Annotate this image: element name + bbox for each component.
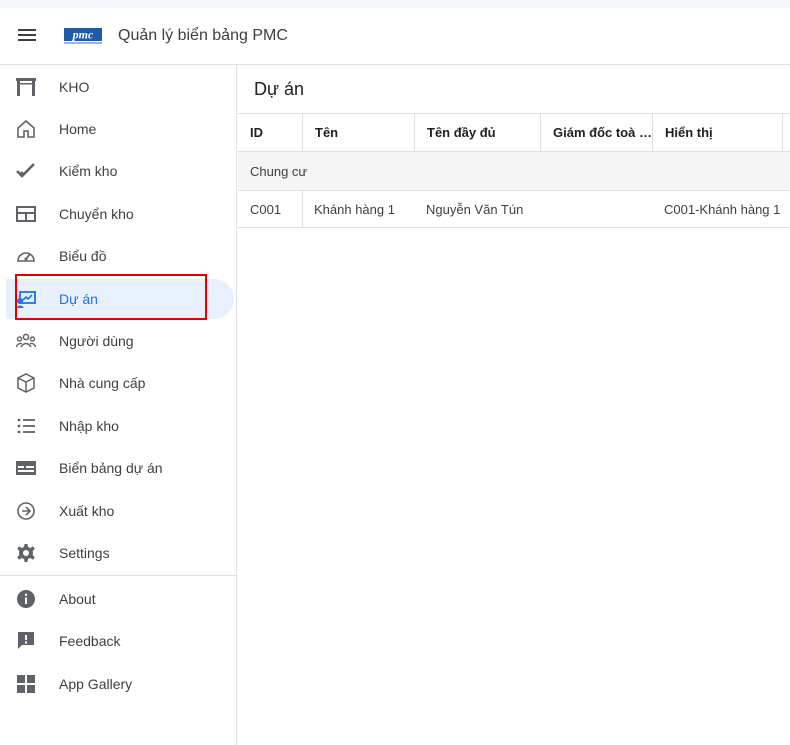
sidebar-item-bien-bang-du-an[interactable]: Biển bảng dự án: [6, 448, 234, 488]
sidebar-item-nha-cung-cap[interactable]: Nhà cung cấp: [6, 363, 234, 403]
sidebar: KHO Home Kiểm kho Chuyển kho Biểu đồ Dự …: [0, 65, 237, 745]
sidebar-item-nhap-kho[interactable]: Nhập kho: [6, 406, 234, 446]
sidebar-item-label: Settings: [59, 545, 110, 561]
main-content: Dự án ID Tên Tên đầy đủ Giám đốc toà nhà…: [238, 65, 790, 745]
group-row[interactable]: Chung cư: [238, 152, 790, 191]
sidebar-item-chuyen-kho[interactable]: Chuyển kho: [6, 194, 234, 234]
sidebar-item-label: Biển bảng dự án: [59, 460, 163, 476]
sidebar-item-bieu-do[interactable]: Biểu đồ: [6, 236, 234, 276]
cell-ten-day-du: Nguyễn Văn Tún: [426, 202, 524, 217]
sidebar-item-label: About: [59, 591, 96, 607]
sidebar-item-label: Biểu đồ: [59, 248, 107, 264]
project-icon: [16, 289, 36, 309]
sidebar-item-xuat-kho[interactable]: Xuất kho: [6, 491, 234, 531]
sidebar-item-du-an[interactable]: Dự án: [6, 279, 234, 319]
projects-table: ID Tên Tên đầy đủ Giám đốc toà nhà Hiển …: [238, 114, 790, 228]
check-icon: [16, 161, 36, 181]
cell-hien-thi: C001-Khánh hàng 1: [664, 202, 781, 217]
sidebar-item-kiem-kho[interactable]: Kiểm kho: [6, 151, 234, 191]
sidebar-item-label: App Gallery: [59, 676, 133, 692]
app-title: Quản lý biển bảng PMC: [118, 27, 288, 44]
people-icon: [16, 331, 36, 351]
feedback-icon: [16, 631, 36, 651]
svg-text:pmc: pmc: [72, 28, 94, 42]
gauge-icon: [16, 246, 36, 266]
column-header-ten[interactable]: Tên: [303, 114, 415, 152]
top-strip: [0, 0, 790, 8]
sidebar-divider: [0, 575, 237, 576]
info-icon: [16, 589, 36, 609]
sidebar-item-label: Nhà cung cấp: [59, 375, 146, 391]
column-header-giam-doc[interactable]: Giám đốc toà nhà: [541, 114, 653, 152]
home-icon: [16, 119, 36, 139]
sidebar-item-label: Kiểm kho: [59, 163, 118, 179]
column-header-ten-day-du[interactable]: Tên đầy đủ: [415, 114, 541, 152]
sidebar-item-home[interactable]: Home: [6, 109, 234, 149]
column-header-id[interactable]: ID: [238, 114, 303, 152]
grid-icon: [16, 674, 36, 694]
sidebar-item-label: Home: [59, 121, 97, 137]
card-icon: [16, 458, 36, 478]
sidebar-item-label: Feedback: [59, 633, 121, 649]
sidebar-item-label: Nhập kho: [59, 418, 119, 434]
box-icon: [16, 373, 36, 393]
sidebar-item-feedback[interactable]: Feedback: [6, 621, 234, 661]
gear-icon: [16, 543, 36, 563]
cell-ten: Khánh hàng 1: [314, 202, 395, 217]
list-icon: [16, 416, 36, 436]
cell-id: C001: [250, 202, 282, 217]
column-header-hien-thi[interactable]: Hiển thị: [653, 114, 783, 152]
sidebar-item-settings[interactable]: Settings: [6, 533, 234, 573]
sidebar-item-label: Người dùng: [59, 333, 134, 349]
sidebar-item-label: Xuất kho: [59, 503, 115, 519]
pmc-logo: pmc: [64, 26, 102, 46]
sidebar-item-about[interactable]: About: [6, 579, 234, 619]
table-row[interactable]: C001 Khánh hàng 1 Nguyễn Văn Tún C001-Kh…: [238, 191, 790, 228]
menu-icon[interactable]: [16, 26, 38, 46]
sidebar-item-kho[interactable]: KHO: [6, 67, 234, 107]
sidebar-item-nguoi-dung[interactable]: Người dùng: [6, 321, 234, 361]
sidebar-item-label: Dự án: [59, 291, 98, 307]
app-bar: pmc Quản lý biển bảng PMC: [0, 8, 790, 65]
sidebar-item-app-gallery[interactable]: App Gallery: [6, 664, 234, 704]
sidebar-item-label: KHO: [59, 79, 90, 95]
arrow-circle-icon: [16, 501, 36, 521]
sidebar-item-label: Chuyển kho: [59, 206, 134, 222]
page-title: Dự án: [254, 79, 305, 99]
table-icon: [16, 204, 36, 224]
table-header: ID Tên Tên đầy đủ Giám đốc toà nhà Hiển …: [238, 114, 790, 152]
cell-giam-doc: [540, 191, 652, 228]
warehouse-icon: [16, 77, 36, 97]
group-label: Chung cư: [250, 164, 308, 179]
